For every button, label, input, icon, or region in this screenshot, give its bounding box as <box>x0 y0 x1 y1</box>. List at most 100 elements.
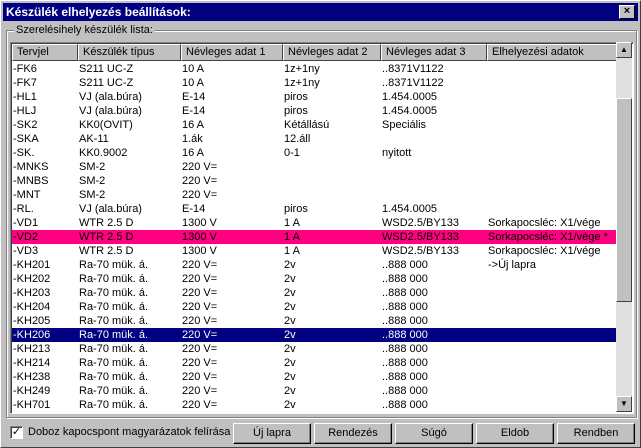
table-row[interactable]: -SK2 KK0(OVIT) 16 A Kétállású Speciális <box>12 118 617 132</box>
table-row[interactable]: -KH701 Ra-70 mük. á. 220 V= 2v ..888 000 <box>12 398 617 412</box>
elhelyezes-cell <box>487 286 618 300</box>
adat1-cell: 1300 V <box>182 217 217 229</box>
adat3-cell <box>381 188 488 202</box>
tipus-cell: SM-2 <box>79 175 106 187</box>
adat2-cell: Kétállású <box>284 119 330 131</box>
table-row[interactable]: -KH201 Ra-70 mük. á. 220 V= 2v ..888 000 ->Ú… <box>12 258 617 272</box>
adat1-cell: E-14 <box>182 105 206 117</box>
elhelyezes-cell <box>487 90 618 104</box>
table-row[interactable]: -KH213 Ra-70 mük. á. 220 V= 2v ..888 000 <box>12 342 617 356</box>
adat2-cell: 2v <box>284 273 296 285</box>
table-row[interactable]: -FK6 S211 UC-Z 10 A 1z+1ny ..8371V1122 <box>12 62 617 76</box>
adat3-cell: ..888 000 <box>382 273 428 285</box>
adat1-cell: 220 V= <box>182 399 218 411</box>
elhelyezes-cell <box>487 188 618 202</box>
device-list[interactable]: Tervjel Készülék típus Névleges adat 1 N… <box>10 42 634 414</box>
new-page-button[interactable]: Új lapra <box>233 423 311 444</box>
table-row[interactable]: -SKA AK-11 1.ák 12.áll <box>12 132 617 146</box>
adat3-cell <box>381 160 488 174</box>
table-row[interactable]: -MNBS SM-2 220 V= <box>12 174 617 188</box>
table-row[interactable]: -HLJ VJ (ala.búra) E-14 piros 1.454.0005 <box>12 104 617 118</box>
table-row[interactable]: -KH238 Ra-70 mük. á. 220 V= 2v ..888 000 <box>12 370 617 384</box>
elhelyezes-cell: Sorkapocsléc: X1/vége * <box>488 231 608 243</box>
table-row[interactable]: -KH203 Ra-70 mük. á. 220 V= 2v ..888 000 <box>12 286 617 300</box>
tipus-cell: SM-2 <box>79 189 106 201</box>
adat3-cell: WSD2.5/BY133 <box>382 245 460 257</box>
adat1-cell: 220 V= <box>182 287 218 299</box>
close-icon[interactable]: × <box>619 5 635 19</box>
table-row[interactable]: -SK. KK0.9002 16 A 0-1 nyitott <box>12 146 617 160</box>
table-row[interactable]: -VD3 WTR 2.5 D 1300 V 1 A WSD2.5/BY133 Sorkap… <box>12 244 617 258</box>
adat2-cell: piros <box>284 105 308 117</box>
elhelyezes-cell <box>487 118 618 132</box>
adat3-cell: ..888 000 <box>382 287 428 299</box>
tervjel-cell: -MNBS <box>13 175 49 187</box>
tervjel-cell: -KH701 <box>13 399 51 411</box>
adat1-cell: 10 A <box>182 77 205 89</box>
adat2-cell: 2v <box>284 357 296 369</box>
table-row[interactable]: -HL1 VJ (ala.búra) E-14 piros 1.454.0005 <box>12 90 617 104</box>
tervjel-cell: -HL1 <box>13 91 37 103</box>
column-header-tervjel[interactable]: Tervjel <box>12 44 78 61</box>
scroll-thumb[interactable] <box>616 98 632 302</box>
tipus-cell: S211 UC-Z <box>79 77 134 89</box>
adat1-cell: 220 V= <box>182 259 218 271</box>
tervjel-cell: -SK2 <box>13 119 38 131</box>
adat1-cell: 220 V= <box>182 315 218 327</box>
tervjel-cell: -KH249 <box>13 385 51 397</box>
adat3-cell <box>381 132 488 146</box>
adat1-cell: 220 V= <box>182 385 218 397</box>
column-header-nevleges-adat-3[interactable]: Névleges adat 3 <box>381 44 487 61</box>
adat3-cell: ..888 000 <box>382 343 428 355</box>
tipus-cell: Ra-70 mük. á. <box>79 357 149 369</box>
tervjel-cell: -MNKS <box>13 161 49 173</box>
scroll-up-icon[interactable]: ▲ <box>616 42 632 58</box>
table-row[interactable]: -KH214 Ra-70 mük. á. 220 V= 2v ..888 000 <box>12 356 617 370</box>
table-row[interactable]: -KH204 Ra-70 mük. á. 220 V= 2v ..888 000 <box>12 300 617 314</box>
table-row[interactable]: -VD1 WTR 2.5 D 1300 V 1 A WSD2.5/BY133 Sorkap… <box>12 216 617 230</box>
adat3-cell: ..888 000 <box>382 315 428 327</box>
column-header-nevleges-adat-1[interactable]: Névleges adat 1 <box>181 44 283 61</box>
adat2-cell <box>283 174 382 188</box>
tipus-cell: SM-2 <box>79 161 106 173</box>
adat2-cell: 2v <box>284 329 296 341</box>
elhelyezes-cell <box>487 370 618 384</box>
table-row[interactable]: -RL. VJ (ala.búra) E-14 piros 1.454.0005 <box>12 202 617 216</box>
table-row[interactable]: -MNKS SM-2 220 V= <box>12 160 617 174</box>
tipus-cell: Ra-70 mük. á. <box>79 399 149 411</box>
ok-button[interactable]: Rendben <box>557 423 635 444</box>
arrange-button[interactable]: Rendezés <box>314 423 392 444</box>
adat1-cell: E-14 <box>182 91 206 103</box>
adat3-cell: ..888 000 <box>382 399 428 411</box>
elhelyezes-cell <box>487 300 618 314</box>
table-row[interactable]: -VD2 WTR 2.5 D 1300 V 1 A WSD2.5/BY133 Sorkap… <box>12 230 617 244</box>
vertical-scrollbar[interactable]: ▲ ▼ <box>616 42 632 412</box>
elhelyezes-cell <box>487 104 618 118</box>
adat1-cell: 220 V= <box>182 343 218 355</box>
adat3-cell: nyitott <box>382 147 412 159</box>
elhelyezes-cell: Sorkapocsléc: X1/vége <box>488 245 601 257</box>
adat3-cell: ..8371V1122 <box>382 77 444 89</box>
table-row[interactable]: -KH202 Ra-70 mük. á. 220 V= 2v ..888 000 <box>12 272 617 286</box>
column-header-nevleges-adat-2[interactable]: Névleges adat 2 <box>283 44 381 61</box>
tipus-cell: WTR 2.5 D <box>79 217 134 229</box>
column-header-elhelyezesi-adatok[interactable]: Elhelyezési adatok <box>487 44 617 61</box>
table-row[interactable]: -MNT SM-2 220 V= <box>12 188 617 202</box>
tervjel-cell: -VD1 <box>13 217 39 229</box>
adat1-cell: E-14 <box>182 203 206 215</box>
column-header-keszulek-tipus[interactable]: Készülék típus <box>78 44 181 61</box>
help-button[interactable]: Súgó <box>395 423 473 444</box>
table-row[interactable]: -KH249 Ra-70 mük. á. 220 V= 2v ..888 000 <box>12 384 617 398</box>
adat3-cell: 1.454.0005 <box>382 105 438 117</box>
discard-button[interactable]: Eldob <box>476 423 554 444</box>
scroll-down-icon[interactable]: ▼ <box>616 396 632 412</box>
elhelyezes-cell <box>487 314 618 328</box>
adat1-cell: 16 A <box>182 147 205 159</box>
adat1-cell: 220 V= <box>182 175 218 187</box>
table-row[interactable]: -KH206 Ra-70 mük. á. 220 V= 2v ..888 000 <box>12 328 617 342</box>
tipus-cell: Ra-70 mük. á. <box>79 259 149 271</box>
tervjel-cell: -SK. <box>13 147 35 159</box>
doboz-kapocspont-checkbox[interactable]: ✓ <box>10 426 23 439</box>
table-row[interactable]: -FK7 S211 UC-Z 10 A 1z+1ny ..8371V1122 <box>12 76 617 90</box>
table-row[interactable]: -KH205 Ra-70 mük. á. 220 V= 2v ..888 000 <box>12 314 617 328</box>
